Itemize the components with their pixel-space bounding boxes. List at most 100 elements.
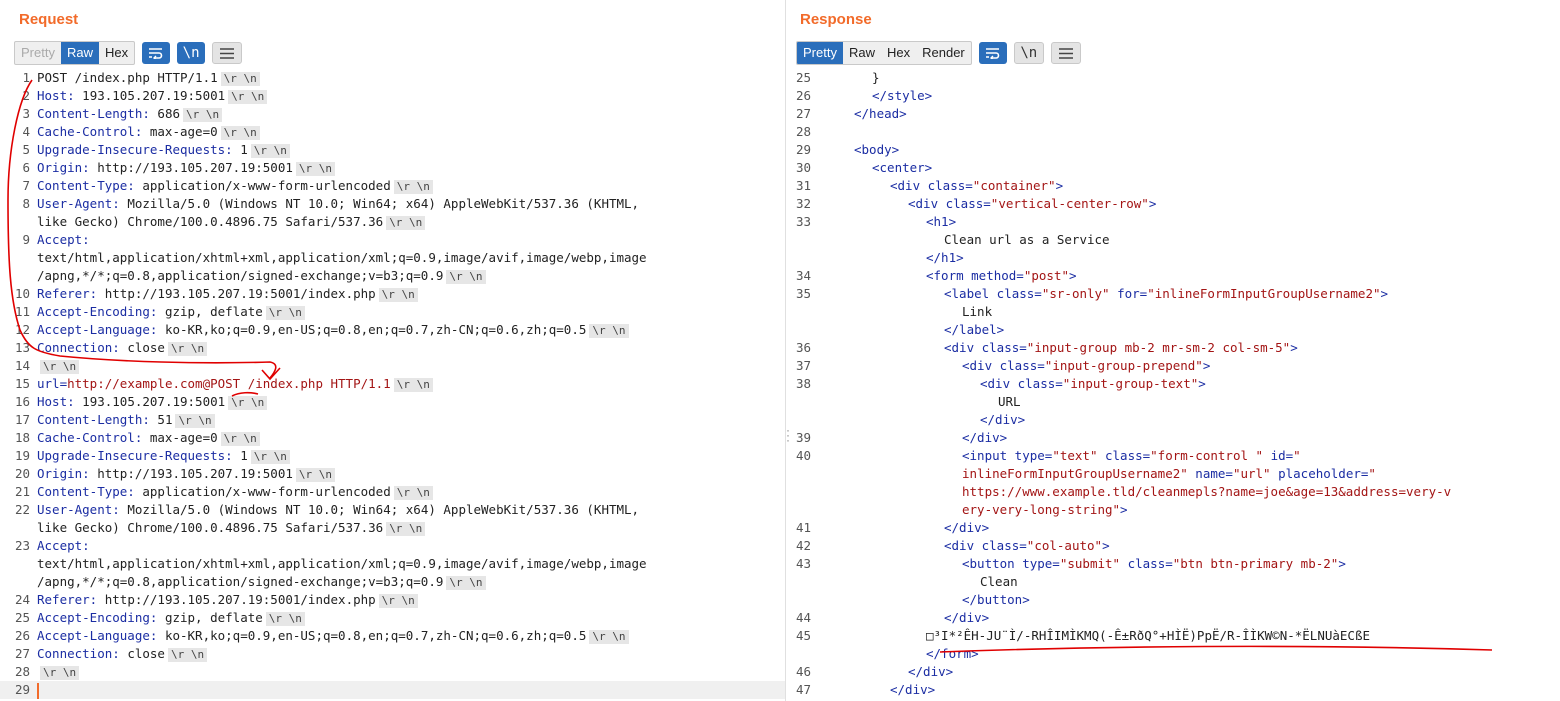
code-text: URL [818, 393, 1556, 411]
request-editor[interactable]: 1 POST /index.php HTTP/1.1 \r \n 2 Host: 193… [0, 69, 785, 701]
html-tag: <center> [872, 160, 933, 175]
line-number: 27 [795, 106, 811, 121]
response-line: 29 <body> [791, 141, 1560, 159]
response-tab-hex[interactable]: Hex [881, 42, 916, 64]
header-value: http://193.105.207.19:5001 [89, 160, 293, 175]
html-tag: <label class= [944, 286, 1042, 301]
code-text: User-Agent: Mozilla/5.0 (Windows NT 10.0… [37, 501, 781, 519]
line-number: 39 [795, 430, 811, 445]
code-text: <div class="input-group-text"> [818, 375, 1556, 393]
line-number: 15 [14, 376, 30, 391]
response-tab-render[interactable]: Render [916, 42, 971, 64]
line-number: 29 [14, 682, 30, 697]
line-number: 45 [795, 628, 811, 643]
header-value: POST /index.php HTTP/1.1 [37, 70, 218, 85]
html-tag: </form> [926, 646, 979, 661]
code-text: <form method="post"> [818, 267, 1556, 285]
line-number: 25 [795, 70, 811, 85]
crlf-marker: \r \n [446, 269, 486, 284]
crlf-marker: \r \n [167, 341, 208, 356]
line-number: 16 [14, 394, 30, 409]
code-text: Accept: [37, 231, 781, 249]
line-number: 31 [795, 178, 811, 193]
response-line: 38 <div class="input-group-text"> [791, 375, 1560, 393]
html-tag: placeholder= [1270, 466, 1369, 481]
code-text: Host: 193.105.207.19:5001 \r \n [37, 87, 781, 105]
code-text: Upgrade-Insecure-Requests: 1 \r \n [37, 447, 781, 465]
code-text: like Gecko) Chrome/100.0.4896.75 Safari/… [37, 213, 781, 231]
attribute-value: "url" [1232, 466, 1271, 481]
request-line: 28 \r \n [0, 663, 785, 681]
html-tag: </label> [944, 322, 1005, 337]
request-line: like Gecko) Chrome/100.0.4896.75 Safari/… [0, 213, 785, 231]
header-value: application/x-www-form-urlencoded [134, 178, 391, 193]
request-line: 26 Accept-Language: ko-KR,ko;q=0.9,en-US;… [0, 627, 785, 645]
response-newline-button[interactable]: \n [1013, 42, 1044, 64]
attribute-value: "submit" [1059, 556, 1121, 571]
header-name: Upgrade-Insecure-Requests: [37, 142, 233, 157]
html-tag: name= [1187, 466, 1233, 481]
attribute-value: "input-group-prepend" [1044, 358, 1203, 373]
code-text: Cache-Control: max-age=0 \r \n [37, 429, 781, 447]
response-line: 37 <div class="input-group-prepend"> [791, 357, 1560, 375]
header-name: Accept-Language: [37, 628, 158, 643]
header-value: 193.105.207.19:5001 [74, 394, 226, 409]
request-line: 23 Accept: [0, 537, 785, 555]
attribute-value: "input-group-text" [1062, 376, 1199, 391]
code-text: POST /index.php HTTP/1.1 \r \n [37, 69, 781, 87]
text-content: URL [998, 394, 1021, 409]
header-value: text/html,application/xhtml+xml,applicat… [37, 250, 647, 265]
code-text: Accept-Encoding: gzip, deflate \r \n [37, 303, 781, 321]
line-number: 46 [795, 664, 811, 679]
text-cursor [37, 682, 39, 699]
html-tag: </div> [908, 664, 954, 679]
code-text: Referer: http://193.105.207.19:5001/inde… [37, 591, 781, 609]
text-content: Clean url as a Service [944, 232, 1110, 247]
attribute-value: "text" [1052, 448, 1098, 463]
response-tab-raw[interactable]: Raw [843, 42, 881, 64]
response-line: 33 <h1> [791, 213, 1560, 231]
request-tab-raw[interactable]: Raw [60, 42, 99, 64]
attribute-value: "form-control " [1150, 448, 1264, 463]
code-text: Accept-Encoding: gzip, deflate \r \n [37, 609, 781, 627]
header-name: User-Agent: [37, 196, 120, 211]
request-wrap-button[interactable] [142, 42, 171, 64]
request-line: 11 Accept-Encoding: gzip, deflate \r \n [0, 303, 785, 321]
request-line: 19 Upgrade-Insecure-Requests: 1 \r \n [0, 447, 785, 465]
code-text: Origin: http://193.105.207.19:5001 \r \n [37, 159, 781, 177]
request-line: 13 Connection: close \r \n [0, 339, 785, 357]
header-value: /apng,*/*;q=0.8,application/signed-excha… [37, 574, 444, 589]
html-tag: > [1198, 376, 1206, 391]
crlf-marker: \r \n [250, 449, 290, 464]
response-editor[interactable]: 25} 26 </style> 27 </head> 28 29 <body> 30 <cente… [791, 69, 1560, 701]
request-menu-button[interactable] [212, 42, 243, 64]
response-tab-pretty[interactable]: Pretty [797, 42, 843, 64]
header-value: 1 [232, 142, 248, 157]
response-line: Clean [791, 573, 1560, 591]
request-line: 27 Connection: close \r \n [0, 645, 785, 663]
response-menu-button[interactable] [1050, 42, 1081, 64]
crlf-marker: \r \n [265, 611, 305, 626]
request-line: 25 Accept-Encoding: gzip, deflate \r \n [0, 609, 785, 627]
code-text: □³I*²ÊH-JU¨Ì/-RHÎIMÌKMQ(-Ê±RðQ°+HÌË)PpË/… [818, 627, 1556, 645]
code-text: <div class="vertical-center-row"> [818, 195, 1556, 213]
crlf-marker: \r \n [589, 629, 629, 644]
html-tag: for= [1109, 286, 1148, 301]
line-number: 42 [795, 538, 811, 553]
code-text: text/html,application/xhtml+xml,applicat… [37, 555, 781, 573]
crlf-marker: \r \n [393, 485, 433, 500]
response-line: 26 </style> [791, 87, 1560, 105]
code-text: Referer: http://193.105.207.19:5001/inde… [37, 285, 781, 303]
header-value: 193.105.207.19:5001 [74, 88, 226, 103]
header-name: Accept: [37, 232, 90, 247]
code-text: </div> [818, 519, 1556, 537]
header-name: Origin: [37, 160, 90, 175]
attribute-value: "container" [972, 178, 1056, 193]
wrap-icon [985, 48, 1000, 59]
request-newline-button[interactable]: \n [177, 42, 206, 64]
response-wrap-button[interactable] [978, 42, 1007, 64]
request-tab-hex[interactable]: Hex [99, 42, 134, 64]
request-tab-pretty[interactable]: Pretty [15, 42, 61, 64]
menu-icon [220, 47, 235, 59]
code-text: url=http://example.com@POST /index.php H… [37, 375, 781, 393]
